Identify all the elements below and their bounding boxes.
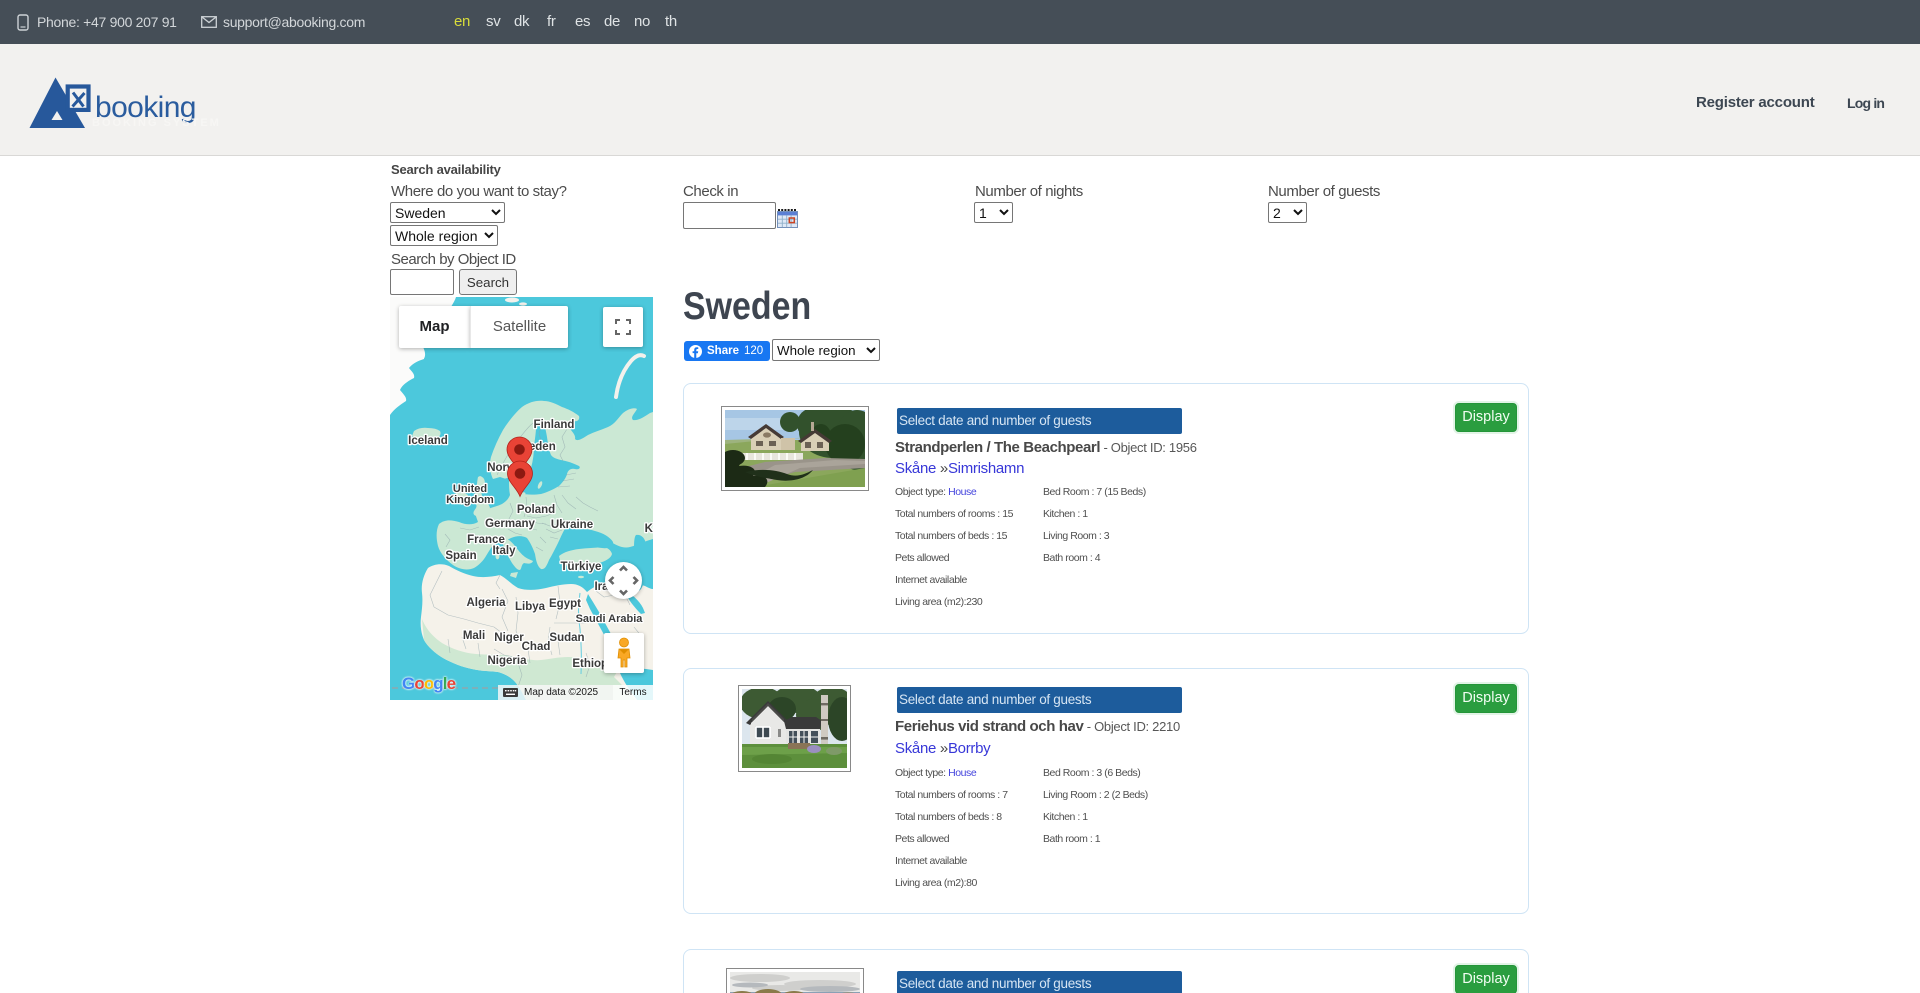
- svg-text:Finland: Finland: [534, 419, 575, 431]
- svg-text:Libya: Libya: [515, 601, 546, 613]
- svg-text:Mali: Mali: [463, 630, 485, 642]
- svg-text:Niger: Niger: [494, 632, 524, 644]
- svg-text:Kingdom: Kingdom: [446, 494, 494, 506]
- svg-text:Iceland: Iceland: [408, 435, 448, 447]
- svg-text:Chad: Chad: [522, 641, 551, 653]
- svg-text:Germany: Germany: [485, 518, 535, 530]
- svg-text:Egypt: Egypt: [549, 598, 581, 610]
- svg-text:Italy: Italy: [492, 545, 516, 557]
- svg-text:Sudan: Sudan: [549, 632, 584, 644]
- svg-text:Spain: Spain: [445, 550, 476, 562]
- svg-text:Ka: Ka: [645, 523, 653, 535]
- svg-text:Nigeria: Nigeria: [488, 655, 528, 667]
- svg-text:Türkiye: Türkiye: [561, 561, 602, 573]
- svg-text:Poland: Poland: [517, 504, 555, 516]
- svg-text:Saudi Arabia: Saudi Arabia: [576, 613, 644, 625]
- svg-text:Ukraine: Ukraine: [551, 519, 593, 531]
- svg-text:Algeria: Algeria: [467, 597, 507, 609]
